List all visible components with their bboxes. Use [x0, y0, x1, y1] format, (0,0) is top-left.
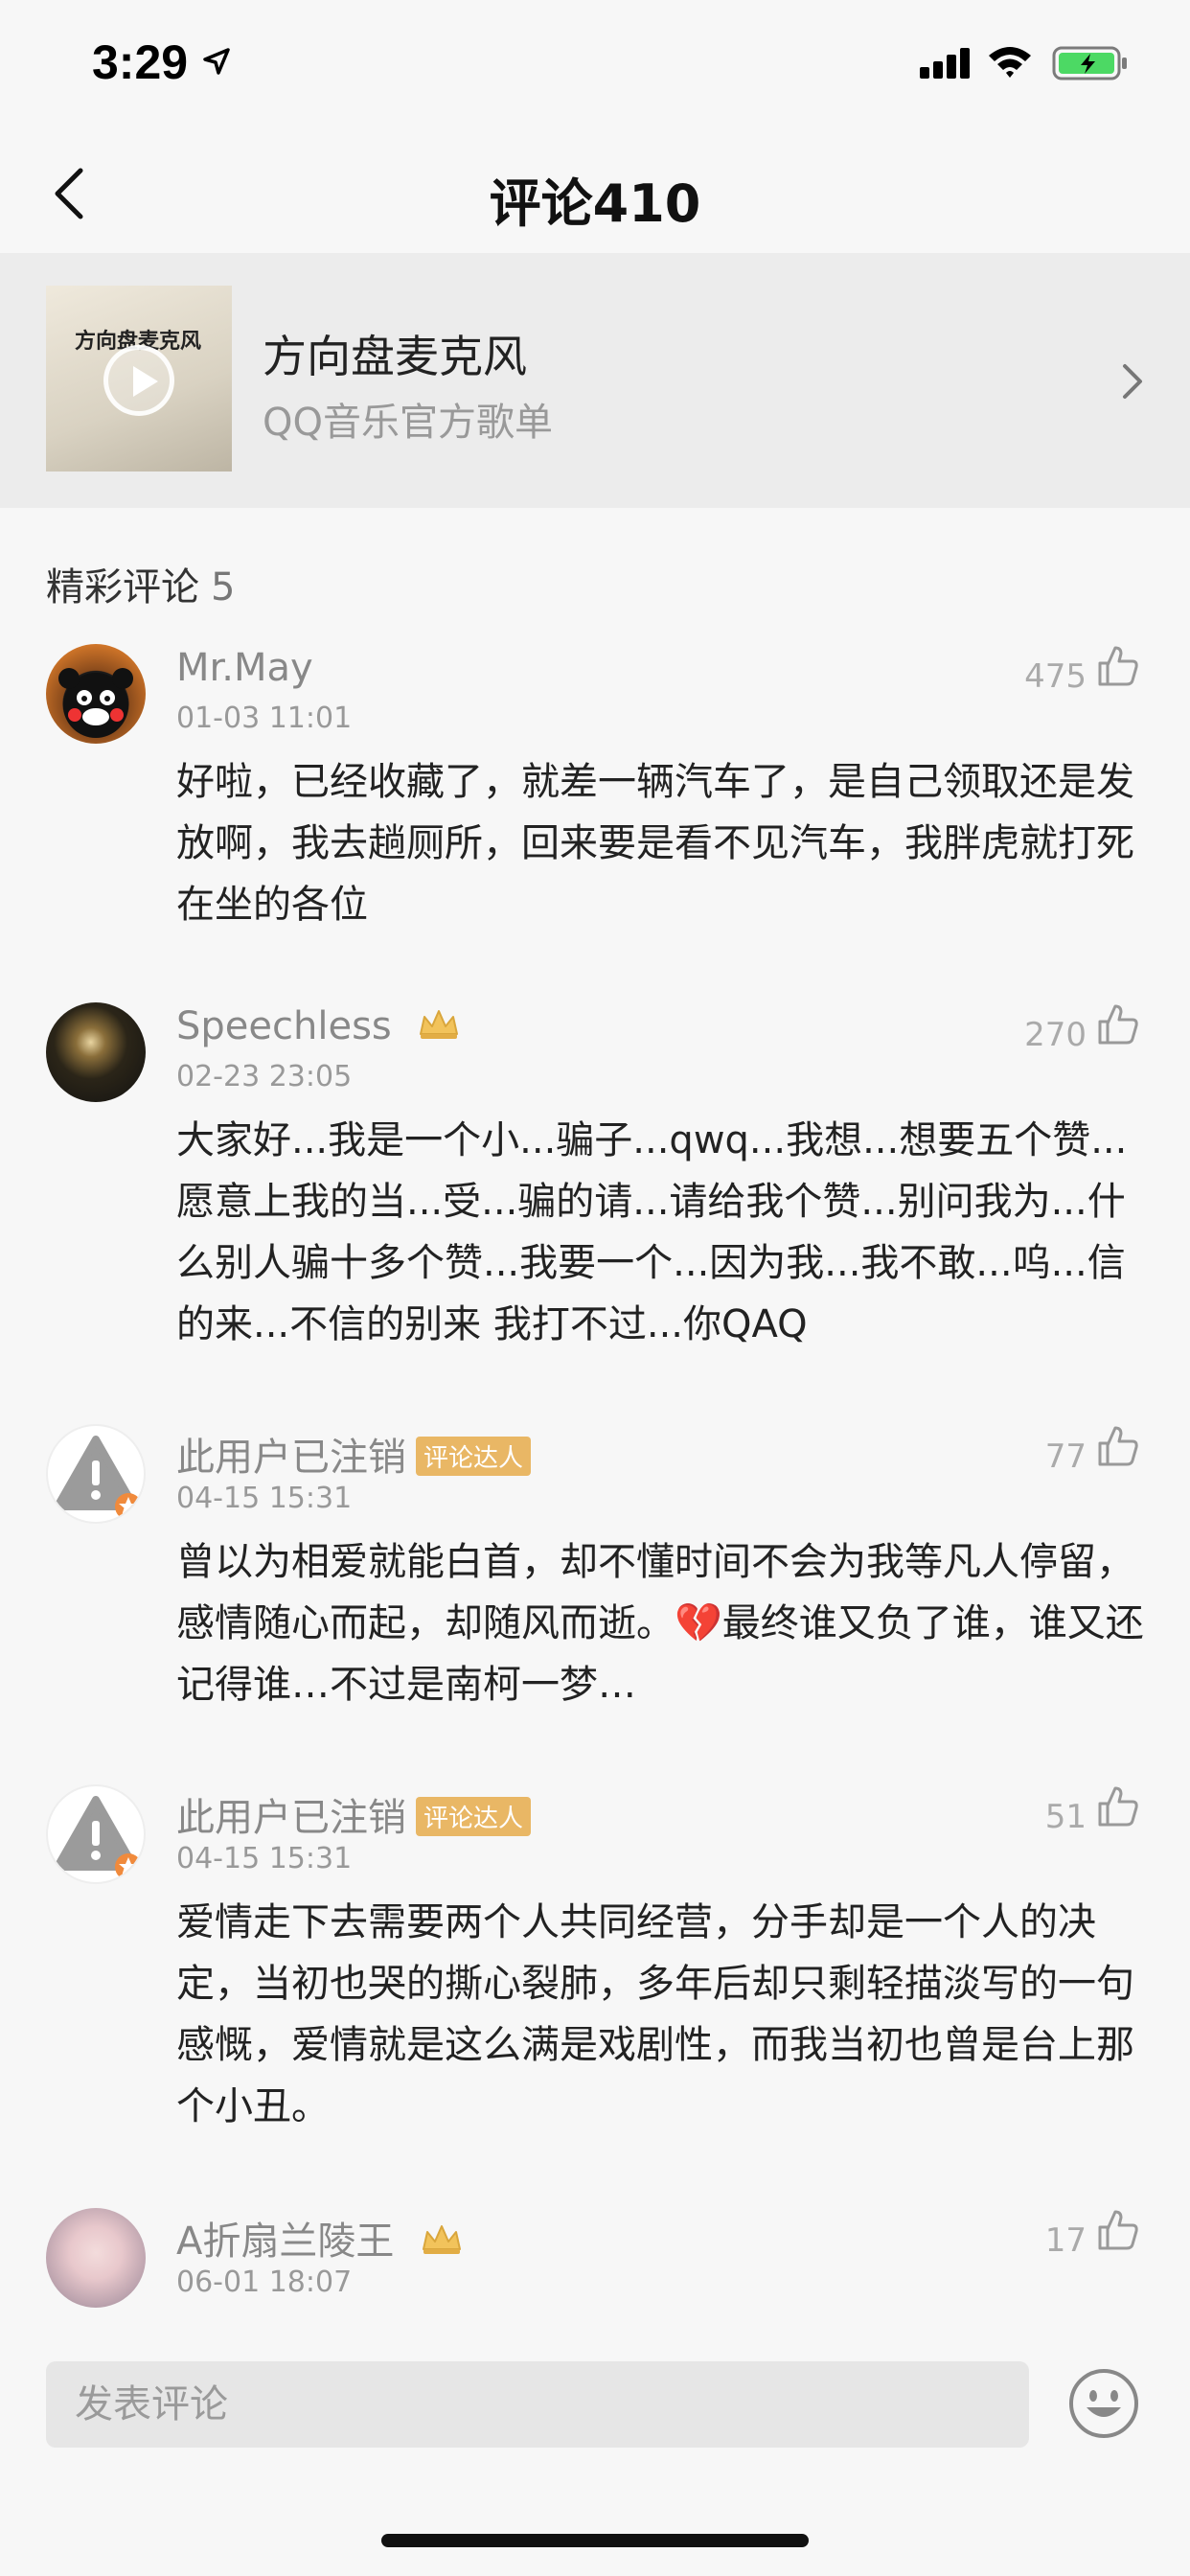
location-arrow-icon: [203, 48, 230, 75]
status-time: 3:29: [92, 35, 189, 89]
playlist-cover: 方向盘麦克风: [46, 286, 232, 472]
nav-header: 评论410: [0, 134, 1190, 253]
thumbs-up-icon[interactable]: [1096, 1424, 1140, 1468]
avatar[interactable]: [46, 1002, 146, 1102]
comment-text: 爱情走下去需要两个人共同经营，分手却是一个人的决定，当初也哭的撕心裂肺，多年后却…: [176, 1900, 1134, 2128]
comment-item: 此用户已注销 评论达人 04-15 15:31 77 曾以为相爱就能白首，却不懂时…: [0, 1424, 1190, 1740]
user-badge: 评论达人: [416, 1436, 532, 1476]
wifi-icon: [989, 47, 1031, 78]
comment-username[interactable]: Mr.May: [176, 646, 313, 690]
comment-username[interactable]: Speechless: [176, 1004, 461, 1048]
comment-text: 大家好...我是一个小...骗子...qwq...我想...想要五个赞...愿意…: [176, 1118, 1128, 1346]
home-indicator: [381, 2534, 809, 2547]
warning-icon: [54, 1796, 142, 1880]
comment-text: 曾以为相爱就能白首，却不懂时间不会为我等凡人停留，感情随心而起，却随风而逝。💔最…: [176, 1540, 1144, 1707]
like-count: 51: [1044, 1798, 1087, 1836]
thumbs-up-icon[interactable]: [1096, 1002, 1140, 1046]
section-title: 精彩评论 5: [46, 556, 235, 611]
like-count: 270: [1024, 1016, 1087, 1054]
like-count: 77: [1044, 1438, 1087, 1476]
comment-time: 02-23 23:05: [176, 1060, 353, 1093]
comment-time: 06-01 18:07: [176, 2266, 353, 2299]
comment-input[interactable]: [46, 2361, 1029, 2448]
signal-icon: [920, 48, 970, 79]
kumamon-avatar-icon: [58, 668, 133, 738]
avatar[interactable]: [46, 2208, 146, 2308]
comment-item: A折扇兰陵王 06-01 18:07 17: [0, 2208, 1190, 2323]
comment-username[interactable]: 此用户已注销 评论达人: [176, 1426, 532, 1482]
battery-icon: [1052, 46, 1127, 80]
comment-username-text: 此用户已注销: [176, 1796, 406, 1840]
playlist-subtitle: QQ音乐官方歌单: [263, 401, 553, 445]
thumbs-up-icon[interactable]: [1096, 644, 1140, 688]
like-count: 475: [1024, 657, 1087, 696]
comment-username-text: Speechless: [176, 1004, 392, 1048]
avatar[interactable]: [46, 1424, 146, 1524]
comment-username[interactable]: A折扇兰陵王: [176, 2210, 464, 2266]
playlist-name: 方向盘麦克风: [263, 331, 527, 382]
section-label: 精彩评论: [46, 565, 199, 610]
comment-item: 此用户已注销 评论达人 04-15 15:31 51 爱情走下去需要两个人共同经营…: [0, 1784, 1190, 2168]
thumbs-up-icon[interactable]: [1096, 2208, 1140, 2252]
comment-item: Mr.May 01-03 11:01 475 好啦，已经收藏了，就差一辆汽车了，…: [0, 644, 1190, 951]
avatar[interactable]: [46, 644, 146, 744]
play-icon[interactable]: [103, 345, 174, 416]
page-title: 评论410: [489, 173, 701, 234]
comment-username-text: 此用户已注销: [176, 1436, 406, 1480]
comment-time: 04-15 15:31: [176, 1842, 353, 1875]
user-badge: 评论达人: [416, 1796, 532, 1836]
status-bar: 3:29: [0, 0, 1190, 134]
emoji-icon[interactable]: [1067, 2367, 1140, 2440]
avatar[interactable]: [46, 1784, 146, 1884]
comment-time: 01-03 11:01: [176, 702, 353, 735]
warning-icon: [54, 1436, 142, 1520]
playlist-card[interactable]: 方向盘麦克风 方向盘麦克风 QQ音乐官方歌单: [0, 253, 1190, 508]
comment-username[interactable]: 此用户已注销 评论达人: [176, 1786, 532, 1842]
chevron-right-icon: [1123, 364, 1142, 399]
comment-time: 04-15 15:31: [176, 1482, 353, 1515]
comment-item: Speechless 02-23 23:05 270 大家好...我是一个小..…: [0, 1002, 1190, 1386]
comment-text: 好啦，已经收藏了，就差一辆汽车了，是自己领取还是发放啊，我去趟厕所，回来要是看不…: [176, 760, 1134, 927]
thumbs-up-icon[interactable]: [1096, 1784, 1140, 1828]
section-count: 5: [211, 565, 236, 610]
like-count: 17: [1044, 2221, 1087, 2260]
crown-icon: [420, 1010, 459, 1039]
comment-username-text: A折扇兰陵王: [176, 2220, 395, 2264]
crown-icon: [423, 2225, 462, 2254]
